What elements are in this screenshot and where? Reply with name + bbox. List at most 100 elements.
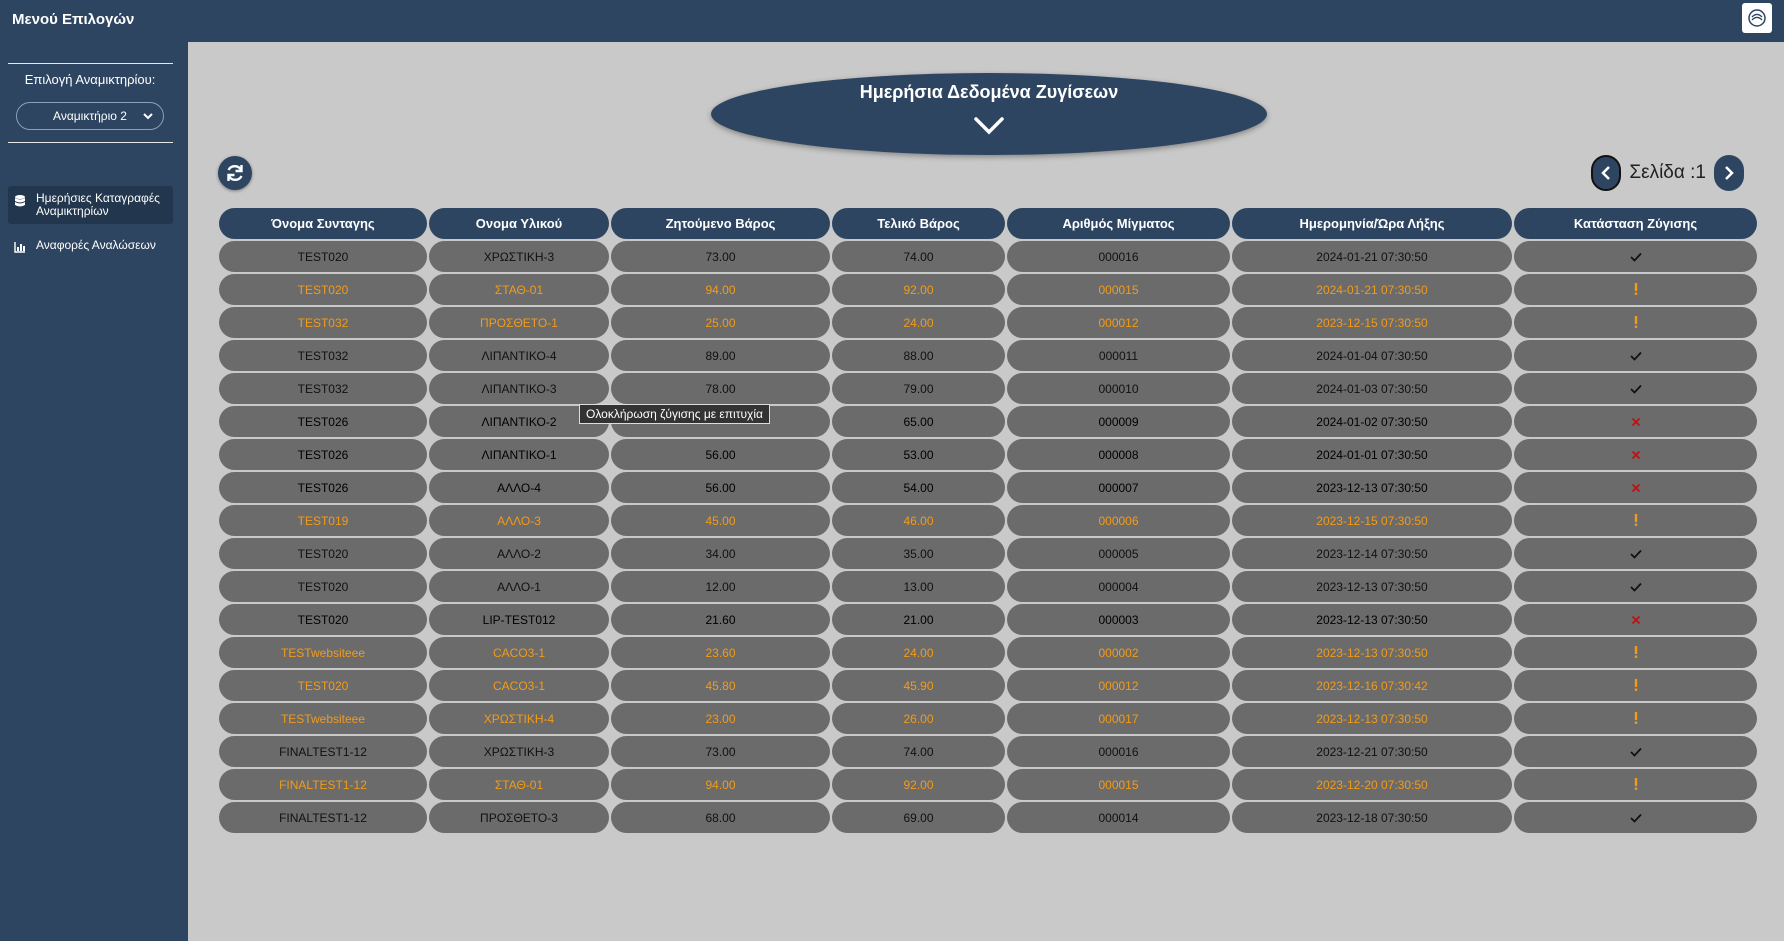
cell-mix-number: 000015 [1007, 274, 1230, 305]
cell-requested-weight: 45.00 [611, 505, 830, 536]
cell-final-weight: 24.00 [832, 637, 1005, 668]
warning-icon [1634, 711, 1638, 727]
cell-mix-number: 000007 [1007, 472, 1230, 503]
cell-recipe: TEST026 [219, 406, 427, 437]
cell-material: ΑΛΛΟ-2 [429, 538, 609, 569]
cell-recipe: TEST032 [219, 373, 427, 404]
cell-final-weight: 54.00 [832, 472, 1005, 503]
mixer-label: Επιλογή Αναμικτηρίου: [24, 72, 156, 87]
table-row[interactable]: FINALTEST1-12 ΠΡΟΣΘΕΤΟ-3 68.00 69.00 000014 2… [218, 801, 1758, 834]
refresh-button[interactable] [218, 156, 252, 190]
column-header-mix-number[interactable]: Αριθμός Μίγματος [1007, 208, 1230, 239]
cell-end-datetime: 2024-01-03 07:30:50 [1232, 373, 1512, 404]
sidebar-item-label: Ημερήσιες Καταγραφές Αναμικτηρίων [36, 191, 160, 218]
cell-mix-number: 000012 [1007, 670, 1230, 701]
chevron-right-icon [1725, 166, 1734, 180]
table-row[interactable]: TEST032 ΛΙΠΑΝΤΙΚΟ-3 78.00 79.00 000010 2024-0… [218, 372, 1758, 405]
cell-requested-weight: 73.00 [611, 241, 830, 272]
cell-final-weight: 53.00 [832, 439, 1005, 470]
table-row[interactable]: TESTwebsiteee CACO3-1 23.60 24.00 000002 2023… [218, 636, 1758, 669]
cell-status [1514, 340, 1757, 371]
table-row[interactable]: FINALTEST1-12 ΣΤΑΘ-01 94.00 92.00 000015 2023… [218, 768, 1758, 801]
cell-status [1514, 736, 1757, 767]
error-icon [1631, 414, 1641, 430]
cell-mix-number: 000011 [1007, 340, 1230, 371]
cell-end-datetime: 2023-12-16 07:30:42 [1232, 670, 1512, 701]
column-header-requested-weight[interactable]: Ζητούμενο Βάρος [611, 208, 830, 239]
cell-end-datetime: 2023-12-15 07:30:50 [1232, 505, 1512, 536]
logo [1742, 3, 1772, 33]
cell-final-weight: 26.00 [832, 703, 1005, 734]
cell-status [1514, 505, 1757, 536]
chevron-down-icon[interactable] [971, 115, 1007, 137]
cell-mix-number: 000017 [1007, 703, 1230, 734]
check-icon [1629, 579, 1642, 595]
refresh-icon [227, 164, 243, 182]
cell-final-weight: 74.00 [832, 736, 1005, 767]
cell-recipe: TEST020 [219, 538, 427, 569]
column-header-status[interactable]: Κατάσταση Ζύγισης [1514, 208, 1757, 239]
cell-recipe: TEST020 [219, 274, 427, 305]
sidebar-item-daily-records[interactable]: Ημερήσιες Καταγραφές Αναμικτηρίων [8, 186, 173, 224]
cell-requested-weight: 23.60 [611, 637, 830, 668]
chart-icon [14, 239, 30, 256]
cell-requested-weight: 23.00 [611, 703, 830, 734]
check-icon [1629, 249, 1642, 265]
mixer-select[interactable]: Αναμικτήριο 2 [16, 102, 164, 130]
page-title-banner[interactable]: Ημερήσια Δεδομένα Ζυγίσεων [711, 73, 1267, 155]
table-row[interactable]: TEST020 ΧΡΩΣΤΙΚΗ-3 73.00 74.00 000016 2024-01… [218, 240, 1758, 273]
cell-status [1514, 604, 1757, 635]
column-header-material[interactable]: Ονομα Υλικού [429, 208, 609, 239]
prev-page-button[interactable] [1591, 155, 1622, 191]
cell-end-datetime: 2023-12-13 07:30:50 [1232, 472, 1512, 503]
cell-material: ΣΤΑΘ-01 [429, 769, 609, 800]
table-row[interactable]: TEST026 ΑΛΛΟ-4 56.00 54.00 000007 2023-12-13 … [218, 471, 1758, 504]
cell-final-weight: 88.00 [832, 340, 1005, 371]
table-row[interactable]: TEST020 LIP-TEST012 21.60 21.00 000003 2023-1… [218, 603, 1758, 636]
cell-status [1514, 439, 1757, 470]
warning-icon [1634, 282, 1638, 298]
table-row[interactable]: TEST032 ΠΡΟΣΘΕΤΟ-1 25.00 24.00 000012 2023-12… [218, 306, 1758, 339]
table-row[interactable]: TEST026 ΛΙΠΑΝΤΙΚΟ-1 56.00 53.00 000008 2024-0… [218, 438, 1758, 471]
warning-icon [1634, 315, 1638, 331]
check-icon [1629, 381, 1642, 397]
table-row[interactable]: TESTwebsiteee ΧΡΩΣΤΙΚΗ-4 23.00 26.00 000017 2… [218, 702, 1758, 735]
table-row[interactable]: TEST020 ΑΛΛΟ-2 34.00 35.00 000005 2023-12-14 … [218, 537, 1758, 570]
table-row[interactable]: TEST032 ΛΙΠΑΝΤΙΚΟ-4 89.00 88.00 000011 2024-0… [218, 339, 1758, 372]
mixer-select-value: Αναμικτήριο 2 [53, 109, 127, 123]
check-icon [1629, 348, 1642, 364]
table-row[interactable]: TEST020 ΑΛΛΟ-1 12.00 13.00 000004 2023-12-13 … [218, 570, 1758, 603]
cell-status [1514, 307, 1757, 338]
table-row[interactable]: TEST026 ΛΙΠΑΝΤΙΚΟ-2 65.00 000009 2024-01-02 … [218, 405, 1758, 438]
table-row[interactable]: TEST020 CACO3-1 45.80 45.90 000012 2023-12-16… [218, 669, 1758, 702]
cell-requested-weight: 73.00 [611, 736, 830, 767]
page-indicator: Σελίδα :1 [1629, 162, 1706, 183]
cell-mix-number: 000010 [1007, 373, 1230, 404]
next-page-button[interactable] [1714, 155, 1744, 191]
column-header-recipe[interactable]: Όνομα Συνταγης [219, 208, 427, 239]
cell-status [1514, 274, 1757, 305]
cell-requested-weight: 94.00 [611, 274, 830, 305]
cell-requested-weight: 12.00 [611, 571, 830, 602]
column-header-final-weight[interactable]: Τελικό Βάρος [832, 208, 1005, 239]
divider [8, 63, 173, 64]
warning-icon [1634, 645, 1638, 661]
cell-material: ΧΡΩΣΤΙΚΗ-3 [429, 241, 609, 272]
cell-status [1514, 802, 1757, 833]
top-bar: Μενού Επιλογών [0, 0, 1784, 42]
table-row[interactable]: FINALTEST1-12 ΧΡΩΣΤΙΚΗ-3 73.00 74.00 000016 2… [218, 735, 1758, 768]
sidebar-item-label: Αναφορές Αναλώσεων [36, 238, 156, 252]
cell-final-weight: 21.00 [832, 604, 1005, 635]
column-header-end-datetime[interactable]: Ημερομηνία/Ώρα Λήξης [1232, 208, 1512, 239]
cell-requested-weight: 34.00 [611, 538, 830, 569]
cell-material: ΣΤΑΘ-01 [429, 274, 609, 305]
cell-recipe: TEST020 [219, 604, 427, 635]
table-row[interactable]: TEST019 ΑΛΛΟ-3 45.00 46.00 000006 2023-12-15 … [218, 504, 1758, 537]
cell-final-weight: 92.00 [832, 769, 1005, 800]
cell-material: ΧΡΩΣΤΙΚΗ-4 [429, 703, 609, 734]
table-row[interactable]: TEST020 ΣΤΑΘ-01 94.00 92.00 000015 2024-01-21… [218, 273, 1758, 306]
cell-recipe: TEST026 [219, 439, 427, 470]
sidebar-item-consumption-reports[interactable]: Αναφορές Αναλώσεων [8, 233, 173, 262]
cell-recipe: FINALTEST1-12 [219, 802, 427, 833]
cell-material: ΑΛΛΟ-1 [429, 571, 609, 602]
